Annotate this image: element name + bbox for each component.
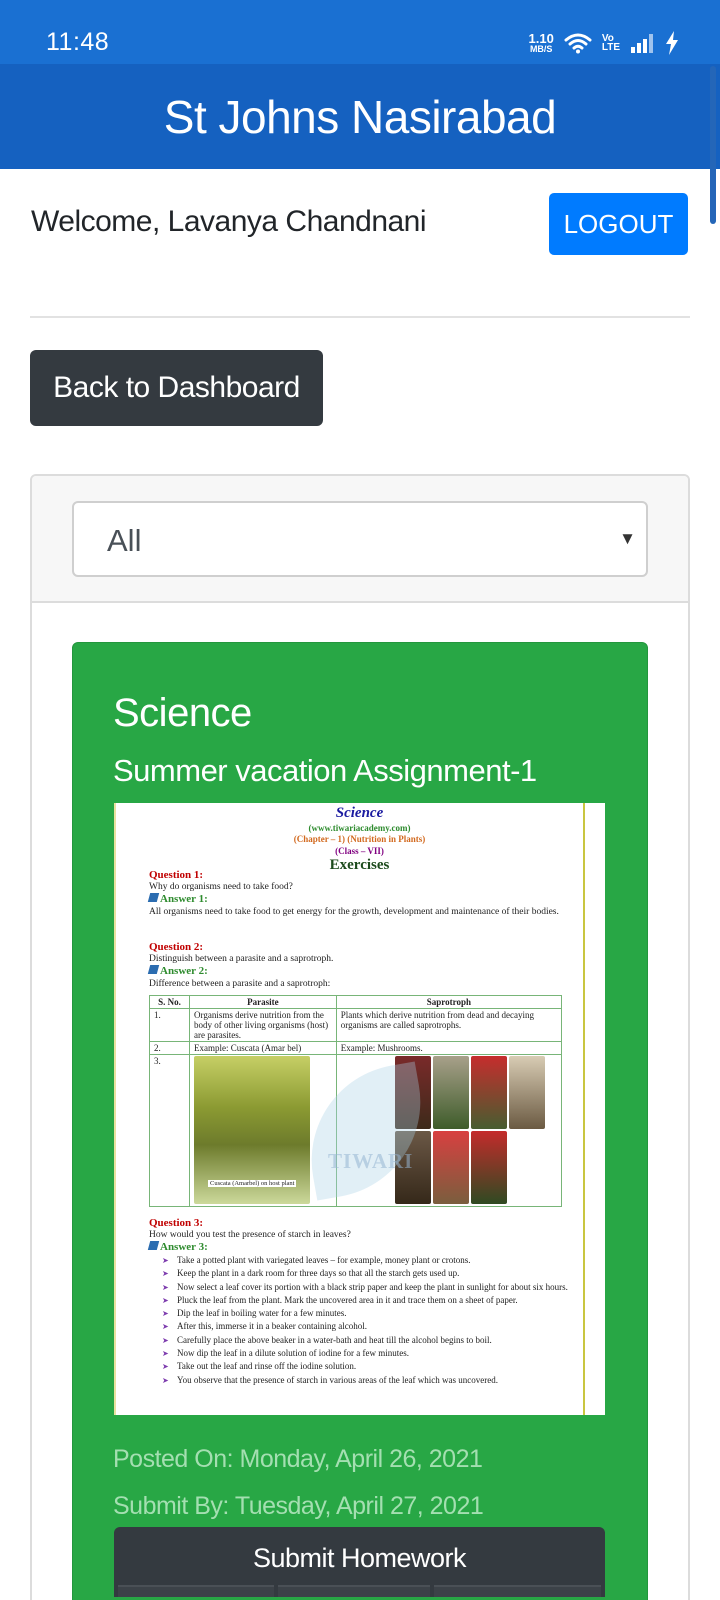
table-row: 1. Organisms derive nutrition from the b… bbox=[149, 1008, 563, 1042]
status-time: 11:48 bbox=[46, 28, 110, 56]
answer-2-label-text: Answer 2: bbox=[160, 965, 208, 977]
table-cell: 1. bbox=[149, 1008, 190, 1042]
table-cell: Example: Mushrooms. bbox=[335, 1041, 563, 1055]
question-2-label: Question 2: bbox=[149, 941, 204, 953]
table-cell: Organisms derive nutrition from the body… bbox=[189, 1008, 337, 1042]
attachment-class: (Class – VII) bbox=[335, 846, 384, 856]
attachment-url: (www.tiwariacademy.com) bbox=[308, 823, 411, 833]
question-2-text: Distinguish between a parasite and a sap… bbox=[149, 954, 334, 964]
button-segment bbox=[278, 1585, 430, 1597]
app-header: St Johns Nasirabad bbox=[0, 64, 720, 169]
wifi-icon bbox=[564, 33, 592, 54]
network-speed-unit: MB/S bbox=[529, 44, 553, 54]
answer-2-text: Difference between a parasite and a sapr… bbox=[149, 979, 331, 989]
button-segment bbox=[434, 1585, 601, 1597]
list-item: Keep the plant in a dark room for three … bbox=[162, 1267, 582, 1281]
button-segment bbox=[118, 1585, 274, 1597]
answer-3-label: Answer 3: bbox=[147, 1241, 208, 1253]
answer-2-label: Answer 2: bbox=[147, 965, 208, 977]
submit-homework-button[interactable]: Submit Homework bbox=[114, 1527, 605, 1597]
attachment-title: Science bbox=[335, 805, 384, 821]
photo-caption: Cuscata (Amarbel) on host plant bbox=[208, 1180, 297, 1187]
attachment-chapter: (Chapter – 1) (Nutrition in Plants) bbox=[293, 834, 426, 844]
mushroom-photo bbox=[432, 1056, 469, 1129]
pen-icon bbox=[147, 965, 160, 974]
list-item: Dip the leaf in boiling water for a few … bbox=[162, 1307, 582, 1321]
list-item: Carefully place the above beaker in a wa… bbox=[162, 1334, 582, 1348]
watermark-text: TIWARI bbox=[328, 1149, 414, 1173]
mushroom-photo bbox=[432, 1131, 469, 1204]
table-header: Parasite bbox=[189, 995, 337, 1009]
list-item: Pluck the leaf from the plant. Mark the … bbox=[162, 1294, 582, 1308]
question-3-text: How would you test the presence of starc… bbox=[149, 1230, 351, 1240]
network-speed: 1.10 MB/S bbox=[529, 32, 554, 54]
answer-1-label: Answer 1: bbox=[147, 893, 208, 905]
table-cell: 2. bbox=[149, 1041, 190, 1055]
list-item: Now select a leaf cover its portion with… bbox=[162, 1281, 582, 1295]
table-header: S. No. bbox=[149, 995, 190, 1009]
app-title: St Johns Nasirabad bbox=[163, 90, 557, 143]
cuscata-photo: Cuscata (Amarbel) on host plant bbox=[194, 1056, 310, 1204]
homework-attachment-image[interactable]: Science (www.tiwariacademy.com) (Chapter… bbox=[114, 803, 605, 1415]
homework-subject: Science bbox=[113, 691, 252, 735]
filter-selected-value: All bbox=[107, 523, 142, 558]
homework-panel: All ▼ Science Summer vacation Assignment… bbox=[30, 474, 690, 1600]
subject-filter-select[interactable]: All ▼ bbox=[72, 501, 648, 577]
list-item: You observe that the presence of starch … bbox=[162, 1374, 582, 1388]
dropdown-arrow-icon: ▼ bbox=[619, 529, 636, 548]
page-border-right bbox=[583, 803, 585, 1415]
answer-1-text: All organisms need to take food to get e… bbox=[149, 907, 559, 917]
charging-icon bbox=[666, 31, 678, 55]
filter-header: All ▼ bbox=[32, 476, 688, 603]
pen-icon bbox=[147, 893, 160, 902]
welcome-text: Welcome, Lavanya Chandnani bbox=[31, 205, 427, 238]
scrollbar[interactable] bbox=[710, 66, 716, 224]
table-header: Saprotroph bbox=[335, 995, 563, 1009]
list-item: Take a potted plant with variegated leav… bbox=[162, 1254, 582, 1268]
volte-icon: Vo LTE bbox=[601, 33, 620, 53]
table-cell: 3. bbox=[149, 1054, 190, 1207]
submit-homework-label: Submit Homework bbox=[252, 1543, 467, 1573]
mushroom-photo bbox=[508, 1056, 545, 1129]
answer-1-label-text: Answer 1: bbox=[160, 893, 208, 905]
page-border-left bbox=[114, 803, 116, 1415]
submit-by-date: Submit By: Tuesday, April 27, 2021 bbox=[113, 1492, 484, 1520]
logout-button[interactable]: LOGOUT bbox=[549, 193, 688, 255]
volte-bottom: LTE bbox=[601, 42, 620, 53]
pen-icon bbox=[147, 1241, 160, 1250]
table-row: 2. Example: Cuscata (Amar bel) Example: … bbox=[149, 1041, 563, 1055]
table-cell: Plants which derive nutrition from dead … bbox=[335, 1008, 563, 1042]
homework-title: Summer vacation Assignment-1 bbox=[113, 753, 537, 788]
posted-on-date: Posted On: Monday, April 26, 2021 bbox=[113, 1445, 483, 1473]
mushroom-photo bbox=[470, 1131, 507, 1204]
homework-card: Science Summer vacation Assignment-1 Sci… bbox=[72, 642, 648, 1600]
question-1-text: Why do organisms need to take food? bbox=[149, 882, 293, 892]
question-3-label: Question 3: bbox=[149, 1217, 204, 1229]
signal-icon bbox=[631, 34, 653, 53]
list-item: Now dip the leaf in a dilute solution of… bbox=[162, 1347, 582, 1361]
list-item: Take out the leaf and rinse off the iodi… bbox=[162, 1360, 582, 1374]
back-to-dashboard-button[interactable]: Back to Dashboard bbox=[30, 350, 323, 426]
list-item: After this, immerse it in a beaker conta… bbox=[162, 1320, 582, 1334]
mushroom-photo bbox=[470, 1056, 507, 1129]
question-1-label: Question 1: bbox=[149, 869, 204, 881]
answer-3-label-text: Answer 3: bbox=[160, 1241, 208, 1253]
status-bar: 11:48 1.10 MB/S Vo LTE bbox=[0, 0, 720, 64]
answer-3-steps: Take a potted plant with variegated leav… bbox=[162, 1254, 582, 1387]
table-cell: Example: Cuscata (Amar bel) bbox=[189, 1041, 337, 1055]
status-icons: 1.10 MB/S Vo LTE bbox=[529, 28, 680, 58]
divider bbox=[30, 316, 690, 318]
